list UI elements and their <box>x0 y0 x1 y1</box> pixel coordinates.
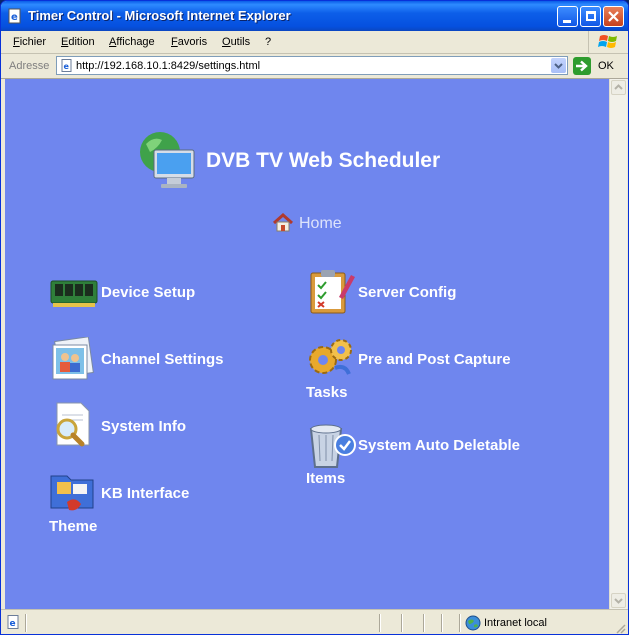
address-bar: Adresse e http://192.168.10.1:8429/setti… <box>1 54 628 79</box>
scroll-down-button[interactable] <box>611 593 626 608</box>
svg-text:e: e <box>64 62 70 71</box>
browser-window: e Timer Control - Microsoft Internet Exp… <box>0 0 629 635</box>
chevron-down-icon <box>554 63 563 69</box>
chevron-down-icon <box>614 598 623 604</box>
chevron-up-icon <box>614 84 623 90</box>
maximize-icon <box>586 11 596 21</box>
clipboard-checklist-icon <box>310 270 355 314</box>
ie-page-icon: e <box>7 615 19 629</box>
address-label: Adresse <box>9 60 50 72</box>
minimize-icon <box>563 20 571 23</box>
memory-card-icon <box>50 280 98 307</box>
channel-settings-link[interactable]: Channel Settings <box>101 343 301 376</box>
house-icon[interactable] <box>272 213 294 233</box>
status-divider <box>25 614 27 632</box>
menu-help[interactable]: ? <box>265 36 271 48</box>
status-divider <box>379 614 381 632</box>
resize-grip-icon[interactable] <box>614 622 626 634</box>
status-divider <box>423 614 425 632</box>
monitor-globe-icon <box>140 132 195 188</box>
svg-text:e: e <box>10 619 16 629</box>
status-divider <box>401 614 403 632</box>
menu-affichage[interactable]: Affichage <box>109 36 155 48</box>
security-zone-label: Intranet local <box>484 617 547 629</box>
system-info-link[interactable]: System Info <box>101 410 301 443</box>
arrow-right-icon <box>576 60 588 72</box>
windows-logo <box>588 31 628 53</box>
server-config-link[interactable]: Server Config <box>358 276 578 309</box>
menu-outils[interactable]: Outils <box>222 36 250 48</box>
page-title: DVB TV Web Scheduler <box>206 149 441 172</box>
windows-flag-icon <box>598 35 617 48</box>
device-setup-label: Device Setup <box>101 284 196 301</box>
server-config-label: Server Config <box>358 284 457 301</box>
menu-bar: Fichier Edition Affichage Favoris Outils… <box>1 31 628 54</box>
menu-edition[interactable]: Edition <box>61 36 95 48</box>
address-dropdown-button[interactable] <box>551 58 566 73</box>
photo-people-icon <box>52 337 94 380</box>
kb-interface-theme-label: KB Interface Theme <box>49 485 190 535</box>
go-label[interactable]: OK <box>598 60 614 72</box>
status-divider <box>459 614 461 632</box>
svg-text:e: e <box>11 12 18 23</box>
vertical-scrollbar[interactable] <box>609 79 627 609</box>
channel-settings-label: Channel Settings <box>101 351 224 368</box>
address-input[interactable]: e http://192.168.10.1:8429/settings.html <box>56 56 568 75</box>
ie-page-icon: e <box>8 8 21 24</box>
auto-deletable-link[interactable]: System Auto Deletable Items <box>306 429 546 495</box>
pre-post-capture-label: Pre and Post Capture Tasks <box>306 351 511 401</box>
status-bar: e Intranet local <box>1 609 628 634</box>
go-button[interactable] <box>573 57 591 75</box>
title-bar[interactable]: e Timer Control - Microsoft Internet Exp… <box>1 1 628 31</box>
ie-page-icon: e <box>61 59 72 72</box>
page-content: DVB TV Web Scheduler Home Device Setup C… <box>5 79 609 609</box>
menu-fichier[interactable]: Fichier <box>13 36 46 48</box>
magnifier-document-icon <box>56 402 90 447</box>
window-title: Timer Control - Microsoft Internet Explo… <box>28 8 291 23</box>
close-button[interactable] <box>603 6 624 27</box>
pre-post-capture-link[interactable]: Pre and Post Capture Tasks <box>306 343 546 409</box>
menu-favoris[interactable]: Favoris <box>171 36 207 48</box>
close-icon <box>608 11 619 22</box>
kb-interface-theme-link[interactable]: KB Interface Theme <box>49 477 209 543</box>
address-url: http://192.168.10.1:8429/settings.html <box>76 60 261 72</box>
system-info-label: System Info <box>101 418 187 435</box>
maximize-button[interactable] <box>580 6 601 27</box>
auto-deletable-label: System Auto Deletable Items <box>306 437 520 487</box>
minimize-button[interactable] <box>557 6 578 27</box>
scroll-up-button[interactable] <box>611 80 626 95</box>
globe-network-icon <box>465 615 481 631</box>
status-divider <box>441 614 443 632</box>
home-link[interactable]: Home <box>299 215 342 233</box>
device-setup-link[interactable]: Device Setup <box>101 276 301 309</box>
